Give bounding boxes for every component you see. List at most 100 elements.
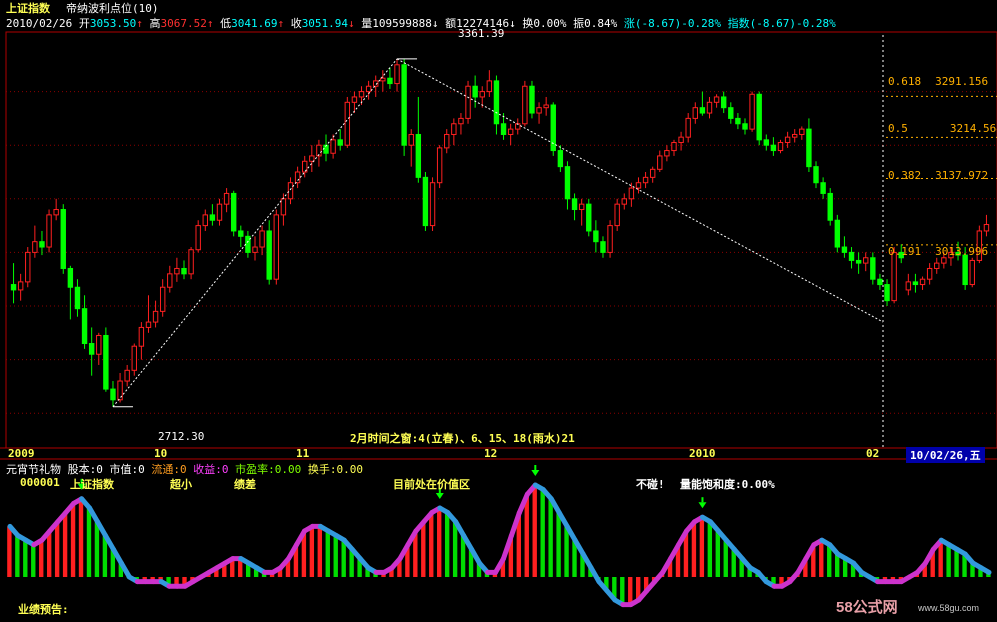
candle[interactable] xyxy=(586,198,592,237)
candle[interactable] xyxy=(593,220,599,253)
candle[interactable] xyxy=(607,220,613,258)
candle[interactable] xyxy=(287,177,294,205)
candle[interactable] xyxy=(685,113,691,143)
candle[interactable] xyxy=(266,220,272,285)
candle[interactable] xyxy=(351,91,358,114)
candle[interactable] xyxy=(458,113,464,135)
candle[interactable] xyxy=(60,204,66,274)
candle[interactable] xyxy=(451,118,457,146)
candle[interactable] xyxy=(444,129,450,154)
candle[interactable] xyxy=(706,96,713,119)
candles[interactable] xyxy=(10,58,990,407)
candle[interactable] xyxy=(96,332,102,365)
candle[interactable] xyxy=(699,91,706,116)
candle[interactable] xyxy=(557,145,564,172)
candle[interactable] xyxy=(238,225,244,248)
candle[interactable] xyxy=(550,102,556,156)
candle[interactable] xyxy=(926,263,933,285)
candle[interactable] xyxy=(614,198,620,231)
candle[interactable] xyxy=(394,58,400,92)
candle[interactable] xyxy=(919,276,926,290)
candle[interactable] xyxy=(145,295,152,333)
candle[interactable] xyxy=(117,373,123,403)
candle[interactable] xyxy=(735,113,741,130)
candle[interactable] xyxy=(17,273,24,301)
candle[interactable] xyxy=(671,139,677,156)
candle[interactable] xyxy=(67,265,74,320)
candle[interactable] xyxy=(309,145,315,172)
candle[interactable] xyxy=(202,209,208,231)
candle[interactable] xyxy=(273,209,280,285)
candle[interactable] xyxy=(863,252,869,272)
candle[interactable] xyxy=(820,177,826,199)
candle[interactable] xyxy=(387,67,393,89)
candle[interactable] xyxy=(174,257,180,282)
candle[interactable] xyxy=(159,279,166,317)
candle[interactable] xyxy=(493,75,500,135)
candle[interactable] xyxy=(259,225,265,256)
candle[interactable] xyxy=(657,150,663,172)
candle[interactable] xyxy=(713,94,720,108)
candle[interactable] xyxy=(813,161,819,189)
candle[interactable] xyxy=(465,80,471,124)
candle[interactable] xyxy=(46,209,52,253)
candle[interactable] xyxy=(983,214,990,237)
kline-chart[interactable] xyxy=(0,0,997,622)
candle[interactable] xyxy=(841,236,848,258)
candle[interactable] xyxy=(294,166,301,189)
candle[interactable] xyxy=(870,252,876,285)
candle[interactable] xyxy=(415,96,422,183)
candle[interactable] xyxy=(600,236,606,258)
candle[interactable] xyxy=(692,102,698,124)
candle[interactable] xyxy=(621,193,627,210)
candle[interactable] xyxy=(777,139,784,154)
candle[interactable] xyxy=(536,102,542,124)
candle[interactable] xyxy=(74,279,81,317)
candle[interactable] xyxy=(529,80,535,119)
candle[interactable] xyxy=(245,230,251,258)
candle[interactable] xyxy=(138,322,145,360)
candle[interactable] xyxy=(429,177,436,231)
candle[interactable] xyxy=(32,225,38,258)
candle[interactable] xyxy=(88,327,95,376)
candle[interactable] xyxy=(195,220,201,253)
candle[interactable] xyxy=(578,198,585,226)
candle[interactable] xyxy=(330,134,336,159)
candle[interactable] xyxy=(167,265,173,293)
candle[interactable] xyxy=(131,343,137,376)
candle[interactable] xyxy=(756,91,762,146)
candle[interactable] xyxy=(486,70,493,97)
candle[interactable] xyxy=(792,129,798,143)
candle[interactable] xyxy=(678,131,684,151)
candle[interactable] xyxy=(763,134,770,151)
candle[interactable] xyxy=(110,381,116,407)
candle[interactable] xyxy=(806,118,812,172)
candle[interactable] xyxy=(230,190,237,237)
candle[interactable] xyxy=(436,145,443,189)
candle[interactable] xyxy=(53,198,59,221)
candle[interactable] xyxy=(934,257,940,274)
candle[interactable] xyxy=(664,145,670,162)
candle[interactable] xyxy=(25,247,31,288)
candle[interactable] xyxy=(827,188,833,226)
candle[interactable] xyxy=(720,91,727,114)
candle[interactable] xyxy=(564,161,571,210)
candle[interactable] xyxy=(223,188,230,213)
candle[interactable] xyxy=(10,263,17,304)
candle[interactable] xyxy=(124,364,130,387)
candle[interactable] xyxy=(649,166,656,183)
candle[interactable] xyxy=(522,80,528,127)
candle[interactable] xyxy=(571,193,578,221)
candle[interactable] xyxy=(834,214,841,253)
candle[interactable] xyxy=(855,252,862,274)
candle[interactable] xyxy=(515,118,521,135)
candle[interactable] xyxy=(848,247,855,269)
candle[interactable] xyxy=(408,129,414,167)
candle[interactable] xyxy=(252,236,258,261)
candle[interactable] xyxy=(422,172,429,231)
candle[interactable] xyxy=(344,96,351,148)
candle[interactable] xyxy=(877,273,883,290)
candle[interactable] xyxy=(728,102,734,124)
candle[interactable] xyxy=(472,75,478,108)
candle[interactable] xyxy=(316,139,322,167)
